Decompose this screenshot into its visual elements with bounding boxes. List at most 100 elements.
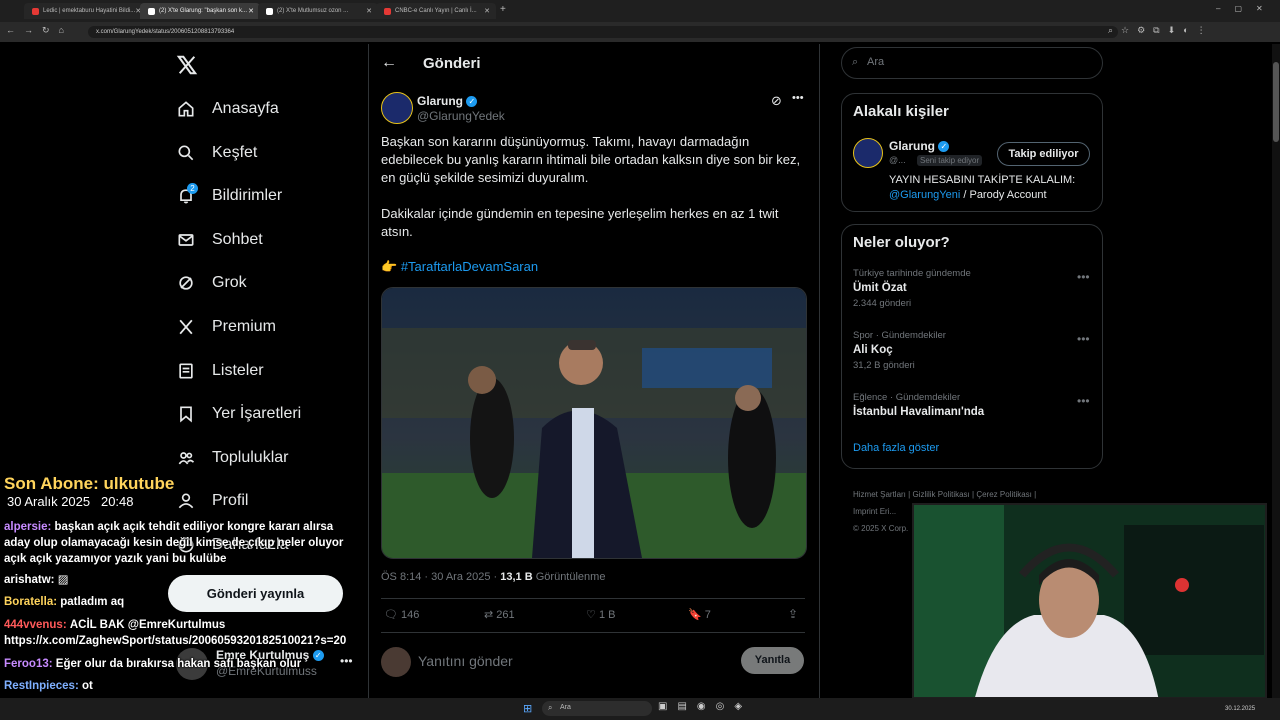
pointing-hand-emoji: 👉 (381, 259, 398, 274)
trend-item[interactable]: Eğlence · Gündemdekiler İstanbul Havalima… (853, 392, 1093, 422)
repost-action[interactable]: ⇄ 261 (484, 608, 515, 621)
related-name[interactable]: Glarung ✓ (889, 139, 950, 153)
sidebar-item-home[interactable]: Anasayfa (176, 94, 279, 124)
post-text-paragraph-1: Başkan son kararını düşünüyormuş. Takımı… (381, 134, 801, 185)
sidebar-item-label: Listeler (212, 361, 264, 379)
scrollbar-thumb[interactable] (1273, 62, 1279, 142)
related-people-title: Alakalı kişiler (853, 103, 949, 120)
chat-username: RestInpieces: (4, 680, 79, 692)
browser-tab-1[interactable]: Ledic | emektaburu Hayatini Bildi... ✕ (24, 3, 144, 19)
close-tab-icon[interactable]: ✕ (248, 7, 254, 15)
show-more-link[interactable]: Daha fazla göster (853, 442, 939, 454)
sidebar-item-label: Keşfet (212, 143, 258, 161)
browser-tab-2[interactable]: (2) X'te Glarung: "başkan son k... ✕ (140, 3, 260, 19)
trend-count: 2.344 gönderi (853, 298, 912, 309)
reply-button[interactable]: Yanıtla (741, 647, 804, 674)
trend-item[interactable]: Türkiye tarihinde gündemde Ümit Özat 2.344… (853, 268, 1093, 309)
sidebar-item-grok[interactable]: Grok (176, 268, 247, 298)
taskbar-search-input[interactable]: Ara (560, 704, 571, 711)
chat-text: ▨ (57, 574, 69, 586)
sidebar-item-x-logo[interactable]: Premium (176, 312, 276, 342)
divider (381, 632, 805, 633)
sidebar-item-bell[interactable]: Bildirimler 2 (176, 181, 282, 211)
trend-more-icon[interactable]: ••• (1077, 394, 1090, 408)
related-avatar[interactable] (853, 138, 883, 168)
youtube-icon (384, 7, 391, 15)
chat-username: Boratella: (4, 596, 58, 608)
sidebar-item-mail[interactable]: Sohbet (176, 225, 263, 255)
trend-count: 31,2 B gönderi (853, 360, 915, 371)
close-tab-icon[interactable]: ✕ (484, 7, 490, 15)
nav-buttons[interactable]: ←→↻⌂ (6, 25, 73, 36)
footer-link[interactable]: Gizlilik Politikası (912, 490, 969, 499)
x-logo-icon (179, 319, 193, 335)
hashtag-link[interactable]: #TaraftarlaDevamSaran (401, 259, 538, 274)
post-image[interactable] (381, 287, 807, 559)
trend-name: Ümit Özat (853, 282, 907, 294)
browser-toolbar-icons[interactable]: ⌕☆⚙⧉⬇◐⋮ (1108, 25, 1214, 36)
scrollbar-track[interactable] (1272, 44, 1280, 698)
reply-input[interactable]: Yanıtını gönder (418, 653, 513, 669)
url-input[interactable]: x.com/GlarungYedek/status/20060512088137… (88, 26, 1118, 38)
search-box[interactable]: ⌕ Ara (841, 47, 1103, 79)
windows-start-icon[interactable]: ⊞ (523, 702, 532, 715)
back-arrow-icon[interactable]: ← (381, 54, 397, 72)
browser-tab-3[interactable]: (2) X'te Mutlumsuz ozon ... ✕ (258, 3, 378, 19)
post-more-icon[interactable]: ••• (792, 92, 804, 104)
author-handle[interactable]: @GlarungYedek (417, 109, 505, 123)
chat-message: arishatw: ▨ (4, 572, 349, 588)
bio-link[interactable]: @GlarungYeni (889, 189, 960, 201)
footer-link[interactable]: Çerez Politikası (976, 490, 1032, 499)
sidebar-item-label: Sohbet (212, 230, 263, 248)
trend-item[interactable]: Spor · Gündemdekiler Ali Koç 31,2 B gönder… (853, 330, 1093, 371)
footer-link[interactable]: Eri... (880, 507, 896, 516)
window-controls[interactable]: –▢✕ (1216, 4, 1277, 13)
reply-action[interactable]: 🗨 146 (384, 608, 419, 621)
author-avatar[interactable] (381, 92, 413, 124)
browser-tab-4[interactable]: CNBC-e Canlı Yayın | Canlı İ... ✕ (376, 3, 496, 19)
sidebar-item-bookmark[interactable]: Yer İşaretleri (176, 399, 301, 429)
taskbar-search[interactable]: ⌕ Ara (542, 701, 652, 716)
footer-link[interactable]: Imprint (853, 507, 877, 516)
x-logo-icon (266, 7, 273, 15)
chat-message: 444vvenus: ACİL BAK @EmreKurtulmus https… (4, 617, 349, 649)
last-subscriber-label: Son Abone: ulkutube (4, 474, 175, 493)
related-bio: YAYIN HESABINI TAKİPTE KALALIM: @GlarungY… (889, 174, 1076, 201)
sidebar-item-search[interactable]: Keşfet (176, 138, 257, 168)
new-tab-button[interactable]: + (500, 4, 506, 15)
sidebar-item-label: Yer İşaretleri (212, 405, 302, 423)
taskbar-apps[interactable]: ▣▤◉◎◈ (658, 701, 752, 712)
x-logo-icon[interactable] (176, 54, 198, 81)
following-button[interactable]: Takip ediliyor (997, 142, 1090, 166)
list-icon (179, 363, 193, 379)
search-icon: ⌕ (852, 56, 859, 68)
trend-more-icon[interactable]: ••• (1077, 270, 1090, 284)
chat-text: Eğer olur da bırakırsa hakan safi başkan… (55, 658, 302, 670)
sidebar-item-user[interactable]: Profil (176, 486, 248, 516)
notification-count-badge: 2 (187, 183, 198, 195)
chat-text: ot (81, 680, 93, 692)
grok-icon[interactable]: ⊘ (771, 93, 782, 109)
search-icon: ⌕ (548, 703, 553, 712)
trend-context: Türkiye tarihinde gündemde (853, 268, 971, 279)
close-tab-icon[interactable]: ✕ (366, 7, 372, 15)
chat-message: Boratella: patladım aq (4, 594, 349, 610)
sidebar-item-people[interactable]: Topluluklar (176, 443, 288, 473)
footer-link[interactable]: Hizmet Şartları (853, 490, 906, 499)
sidebar-item-list[interactable]: Listeler (176, 356, 264, 386)
follows-you-badge: Seni takip ediyor (917, 155, 983, 166)
trends-title: Neler oluyor? (853, 234, 950, 251)
search-input[interactable]: Ara (867, 56, 884, 68)
chat-message: RestInpieces: ot (4, 678, 349, 694)
bookmark-action[interactable]: 🔖 7 (688, 608, 711, 621)
like-action[interactable]: ♡ 1 B (586, 608, 615, 621)
share-icon[interactable]: ⇪ (788, 607, 798, 621)
author-name[interactable]: Glarung ✓ (417, 94, 478, 108)
trend-context: Eğlence · Gündemdekiler (853, 392, 961, 403)
chat-text: başkan açık açık tehdit ediliyor kongre … (4, 521, 344, 565)
taskbar-clock: 30.12.2025 (1225, 706, 1256, 712)
post-timestamp: ÖS 8:14 · 30 Ara 2025 · 13,1 B Görüntüle… (381, 571, 606, 583)
trend-more-icon[interactable]: ••• (1077, 332, 1090, 346)
youtube-icon (32, 7, 39, 15)
webcam-feed (912, 503, 1267, 699)
